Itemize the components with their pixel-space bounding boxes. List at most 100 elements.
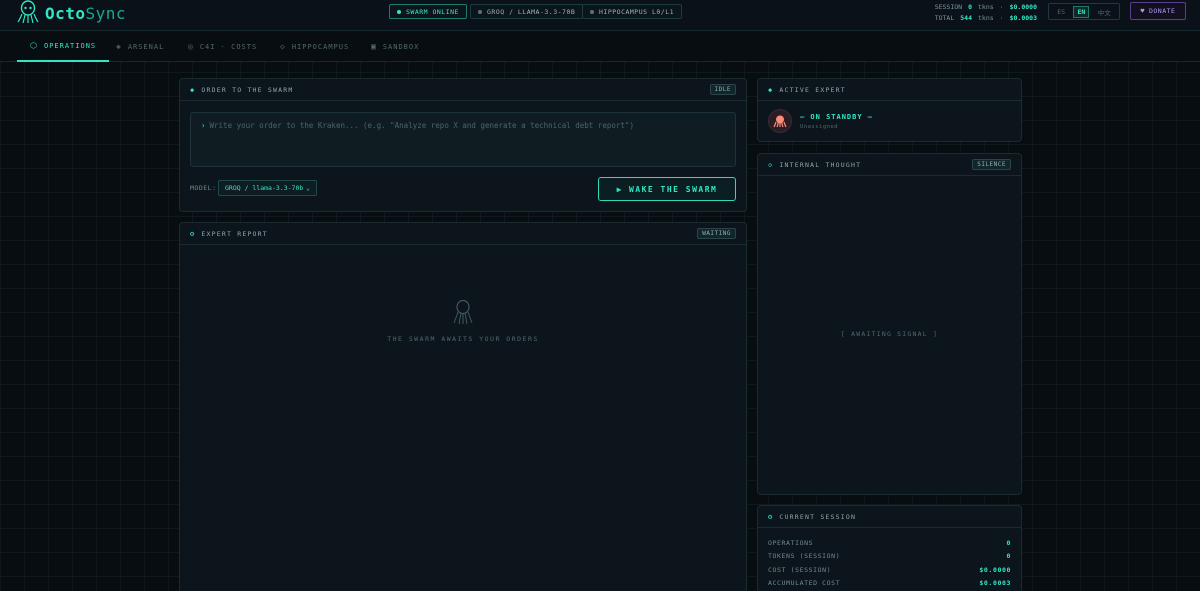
octopus-avatar-icon bbox=[773, 115, 787, 128]
octopus-icon bbox=[453, 299, 473, 327]
order-panel: ◆ ORDER TO THE SWARM IDLE › Write your or… bbox=[179, 78, 747, 212]
total-label: TOTAL bbox=[934, 14, 955, 22]
session-row-value: $0.0000 bbox=[979, 565, 1011, 574]
diamond-bullet-icon: ◆ bbox=[190, 85, 196, 94]
active-expert-panel: ◆ ACTIVE EXPERT — ON STANDBY — Unassigne… bbox=[757, 78, 1022, 142]
hexagon-icon: ⬡ bbox=[30, 41, 38, 50]
current-session-title: CURRENT SESSION bbox=[779, 512, 857, 521]
awaiting-signal-text: [ AWAITING SIGNAL ] bbox=[840, 330, 939, 338]
current-session-panel: ⚙ CURRENT SESSION OPERATIONS 0 TOKENS (S… bbox=[757, 505, 1022, 591]
status-dot-icon bbox=[397, 9, 401, 14]
diamond-outline-icon: ◇ bbox=[768, 160, 774, 169]
memory-chip: HIPPOCAMPUS L0/L1 bbox=[582, 4, 683, 19]
tab-costs[interactable]: ◎ C4I · COSTS bbox=[188, 31, 257, 62]
diamond-outline-icon: ◇ bbox=[280, 42, 286, 51]
main-tabs: ⬡ OPERATIONS ◈ ARSENAL ◎ C4I · COSTS ◇ H… bbox=[0, 31, 1200, 62]
order-input[interactable]: › Write your order to the Kraken... (e.g.… bbox=[190, 112, 736, 167]
memory-dot-icon bbox=[590, 9, 594, 14]
tab-hippocampus[interactable]: ◇ HIPPOCAMPUS bbox=[280, 31, 349, 62]
tab-costs-label: C4I · COSTS bbox=[199, 42, 258, 51]
report-panel-title: EXPERT REPORT bbox=[201, 229, 268, 238]
report-empty-text: THE SWARM AWAITS YOUR ORDERS bbox=[387, 335, 539, 343]
swarm-status-label: SWARM ONLINE bbox=[406, 7, 459, 16]
session-stats: OPERATIONS 0 TOKENS (SESSION) 0 COST (SE… bbox=[768, 536, 1011, 590]
tab-sandbox[interactable]: ▣ SANDBOX bbox=[371, 31, 419, 62]
model-chip: GROQ / LLAMA-3.3-70B bbox=[470, 4, 584, 19]
tab-arsenal-label: ARSENAL bbox=[127, 42, 165, 51]
session-row-accumulated: ACCUMULATED COST $0.0003 bbox=[768, 577, 1011, 591]
play-icon: ▶ bbox=[616, 184, 623, 194]
status-badge: IDLE bbox=[709, 84, 736, 95]
internal-thought-header: ◇ INTERNAL THOUGHT SILENCE bbox=[758, 154, 1021, 176]
session-tokens: 0 bbox=[968, 3, 973, 11]
wake-swarm-button[interactable]: ▶ WAKE THE SWARM bbox=[598, 177, 736, 201]
report-status-badge: WAITING bbox=[697, 228, 736, 239]
square-icon: ▣ bbox=[371, 42, 377, 51]
model-select[interactable]: GROQ / llama-3.3-70b ⌄ bbox=[218, 180, 317, 196]
session-row-cost: COST (SESSION) $0.0000 bbox=[768, 563, 1011, 577]
session-row-label: COST (SESSION) bbox=[768, 565, 832, 574]
session-row-value: 0 bbox=[1006, 552, 1011, 561]
donate-label: DONATE bbox=[1148, 7, 1176, 15]
tab-operations[interactable]: ⬡ OPERATIONS bbox=[17, 31, 110, 62]
app-name-part2: Sync bbox=[85, 3, 127, 23]
internal-thought-title: INTERNAL THOUGHT bbox=[779, 160, 862, 169]
tab-hippocampus-label: HIPPOCAMPUS bbox=[291, 42, 350, 51]
model-select-value: GROQ / llama-3.3-70b bbox=[225, 184, 304, 192]
expert-status-row: — ON STANDBY — Unassigned bbox=[768, 109, 873, 133]
order-input-placeholder: Write your order to the Kraken... (e.g. … bbox=[209, 121, 634, 130]
session-row-operations: OPERATIONS 0 bbox=[768, 536, 1011, 550]
language-en[interactable]: EN bbox=[1073, 5, 1090, 18]
internal-thought-panel: ◇ INTERNAL THOUGHT SILENCE [ AWAITING SI… bbox=[757, 153, 1022, 495]
session-unit: tkns bbox=[978, 3, 994, 11]
session-stats-row: SESSION 0 tkns · $0.0000 bbox=[935, 2, 1037, 13]
session-row-value: $0.0003 bbox=[979, 579, 1011, 588]
app-name: OctoSync bbox=[45, 4, 126, 23]
memory-chip-label: HIPPOCAMPUS L0/L1 bbox=[599, 7, 675, 16]
session-row-label: OPERATIONS bbox=[768, 538, 814, 547]
order-panel-title: ORDER TO THE SWARM bbox=[201, 85, 294, 94]
total-separator: · bbox=[999, 14, 1004, 22]
target-icon: ◎ bbox=[188, 42, 194, 51]
diamond-icon: ◈ bbox=[116, 42, 122, 51]
gear-icon: ⚙ bbox=[190, 229, 196, 238]
session-row-label: ACCUMULATED COST bbox=[768, 579, 841, 588]
active-expert-title: ACTIVE EXPERT bbox=[779, 85, 846, 94]
app-name-part1: Octo bbox=[45, 3, 86, 23]
language-es[interactable]: ES bbox=[1057, 8, 1065, 16]
session-row-value: 0 bbox=[1006, 538, 1011, 547]
order-panel-header: ◆ ORDER TO THE SWARM IDLE bbox=[180, 79, 746, 101]
thought-status-badge: SILENCE bbox=[972, 159, 1011, 170]
app-logo[interactable]: OctoSync bbox=[17, 0, 126, 25]
top-bar: OctoSync SWARM ONLINE GROQ / LLAMA-3.3-7… bbox=[0, 0, 1200, 31]
report-panel-header: ⚙ EXPERT REPORT WAITING bbox=[180, 223, 746, 245]
expert-assignment: Unassigned bbox=[800, 123, 839, 130]
session-cost: $0.0000 bbox=[1009, 3, 1037, 11]
language-switcher: ES EN 中文 bbox=[1048, 3, 1120, 20]
total-cost: $0.0003 bbox=[1009, 14, 1037, 22]
gear-icon: ⚙ bbox=[768, 512, 774, 521]
swarm-status-chip: SWARM ONLINE bbox=[389, 4, 467, 19]
session-separator: · bbox=[999, 3, 1004, 11]
wake-swarm-label: WAKE THE SWARM bbox=[628, 184, 718, 194]
tab-operations-label: OPERATIONS bbox=[43, 41, 97, 50]
avatar bbox=[768, 109, 792, 133]
session-row-tokens: TOKENS (SESSION) 0 bbox=[768, 550, 1011, 564]
active-expert-header: ◆ ACTIVE EXPERT bbox=[758, 79, 1021, 101]
expert-report-panel: ⚙ EXPERT REPORT WAITING THE SWARM AWAITS… bbox=[179, 222, 747, 591]
total-tokens: 544 bbox=[960, 14, 973, 22]
tab-arsenal[interactable]: ◈ ARSENAL bbox=[116, 31, 164, 62]
prompt-caret-icon: › bbox=[201, 121, 206, 130]
diamond-bullet-icon: ◆ bbox=[768, 85, 774, 94]
expert-status: — ON STANDBY — bbox=[800, 112, 874, 121]
model-label: MODEL: bbox=[190, 184, 217, 192]
tab-sandbox-label: SANDBOX bbox=[382, 42, 420, 51]
report-empty-state: THE SWARM AWAITS YOUR ORDERS bbox=[180, 299, 746, 343]
language-zh[interactable]: 中文 bbox=[1098, 7, 1111, 17]
model-dot-icon bbox=[478, 9, 482, 14]
donate-button[interactable]: ♥ DONATE bbox=[1130, 2, 1186, 20]
chevron-down-icon: ⌄ bbox=[306, 184, 310, 192]
current-session-header: ⚙ CURRENT SESSION bbox=[758, 506, 1021, 528]
heart-icon: ♥ bbox=[1140, 7, 1145, 15]
model-chip-label: GROQ / LLAMA-3.3-70B bbox=[487, 7, 576, 16]
